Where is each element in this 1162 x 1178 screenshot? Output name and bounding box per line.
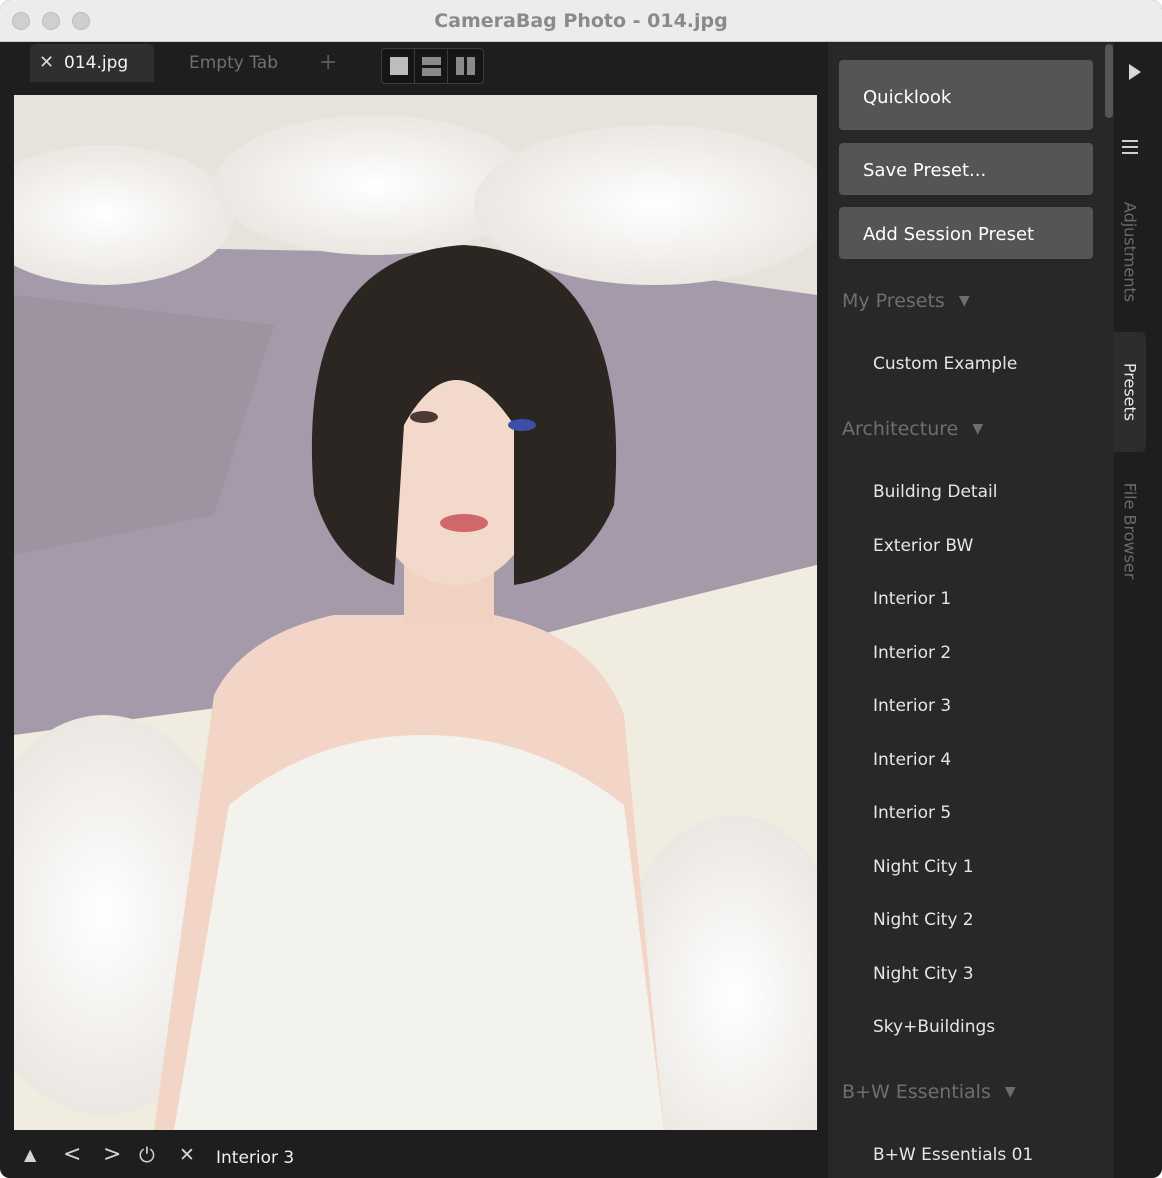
view-mode-switch: [381, 48, 484, 84]
tab-014-jpg[interactable]: ✕ 014.jpg: [30, 44, 154, 82]
close-tab-icon[interactable]: ✕: [39, 44, 54, 82]
split-vertical-button[interactable]: [448, 49, 481, 83]
save-preset-button[interactable]: Save Preset...: [839, 143, 1093, 195]
preset-item[interactable]: Sky+Buildings: [873, 1013, 995, 1041]
caret-down-icon: ▼: [1004, 1084, 1016, 1100]
tab-label: Adjustments: [1120, 201, 1140, 303]
tab-presets[interactable]: Presets: [1114, 332, 1146, 452]
previous-icon[interactable]: <: [63, 1140, 81, 1170]
photo-canvas[interactable]: [14, 95, 817, 1130]
tab-adjustments[interactable]: Adjustments: [1114, 192, 1146, 312]
workspace: ✕ 014.jpg Empty Tab + ▲ < > ⏻ ✕ Interior…: [0, 42, 828, 1178]
app-window: CameraBag Photo - 014.jpg ✕ 014.jpg Empt…: [0, 0, 1162, 1178]
window-title: CameraBag Photo - 014.jpg: [434, 10, 728, 32]
preset-item[interactable]: Building Detail: [873, 478, 997, 506]
preset-item[interactable]: Exterior BW: [873, 532, 973, 560]
preset-item[interactable]: Night City 3: [873, 960, 974, 988]
preset-item[interactable]: Custom Example: [873, 350, 1017, 378]
current-preset-label: Interior 3: [216, 1148, 295, 1168]
hamburger-menu-icon[interactable]: [1122, 140, 1140, 154]
side-tab-strip: Adjustments Presets File Browser: [1114, 42, 1162, 1178]
presets-panel: Quicklook Save Preset... Add Session Pre…: [828, 42, 1114, 1178]
quicklook-button[interactable]: Quicklook: [839, 60, 1093, 130]
caret-down-icon: ▼: [958, 293, 970, 309]
preset-item[interactable]: Interior 4: [873, 746, 951, 774]
single-view-icon: [390, 57, 408, 75]
close-icon[interactable]: ✕: [179, 1140, 195, 1170]
preset-item[interactable]: Interior 3: [873, 692, 951, 720]
single-view-button[interactable]: [382, 49, 415, 83]
next-icon[interactable]: >: [103, 1140, 121, 1170]
bottom-toolbar: ▲ < > ⏻ ✕ Interior 3: [0, 1132, 828, 1178]
section-architecture[interactable]: Architecture ▼: [842, 414, 983, 444]
up-arrow-icon[interactable]: ▲: [24, 1140, 36, 1170]
section-my-presets[interactable]: My Presets ▼: [842, 286, 970, 316]
tab-empty[interactable]: Empty Tab: [189, 44, 289, 82]
section-bw-essentials[interactable]: B+W Essentials ▼: [842, 1077, 1016, 1107]
add-session-preset-button[interactable]: Add Session Preset: [839, 207, 1093, 259]
add-tab-button[interactable]: +: [319, 44, 337, 82]
panel-scrollbar[interactable]: [1105, 44, 1113, 118]
section-title: B+W Essentials: [842, 1081, 991, 1103]
tab-label: Presets: [1120, 362, 1140, 422]
split-horizontal-icon: [422, 57, 441, 76]
preset-item[interactable]: Interior 1: [873, 585, 951, 613]
split-vertical-icon: [456, 57, 475, 75]
tab-label: 014.jpg: [64, 53, 129, 73]
preset-item[interactable]: Interior 2: [873, 639, 951, 667]
power-icon[interactable]: ⏻: [139, 1140, 155, 1170]
preset-item[interactable]: Night City 1: [873, 853, 974, 881]
caret-down-icon: ▼: [972, 421, 984, 437]
preset-item[interactable]: Night City 2: [873, 906, 974, 934]
tab-file-browser[interactable]: File Browser: [1114, 470, 1146, 592]
split-horizontal-button[interactable]: [415, 49, 448, 83]
play-icon[interactable]: [1129, 64, 1141, 80]
preset-item[interactable]: B+W Essentials 01: [873, 1141, 1033, 1169]
preset-item[interactable]: Interior 5: [873, 799, 951, 827]
title-bar: CameraBag Photo - 014.jpg: [0, 0, 1162, 42]
tab-label: File Browser: [1120, 482, 1140, 580]
section-title: Architecture: [842, 418, 959, 440]
photo-image: [14, 95, 817, 1130]
section-title: My Presets: [842, 290, 945, 312]
